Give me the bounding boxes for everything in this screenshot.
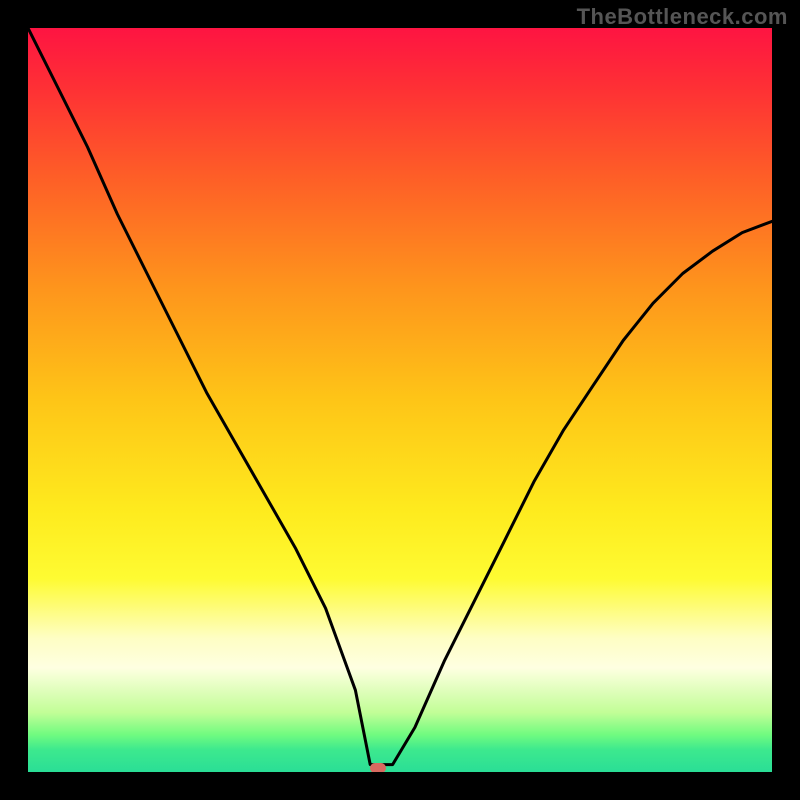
chart-frame: TheBottleneck.com — [0, 0, 800, 800]
curve-path — [28, 28, 772, 765]
plot-area — [28, 28, 772, 772]
watermark-text: TheBottleneck.com — [577, 4, 788, 30]
optimal-point-marker — [370, 763, 386, 772]
bottleneck-curve — [28, 28, 772, 772]
